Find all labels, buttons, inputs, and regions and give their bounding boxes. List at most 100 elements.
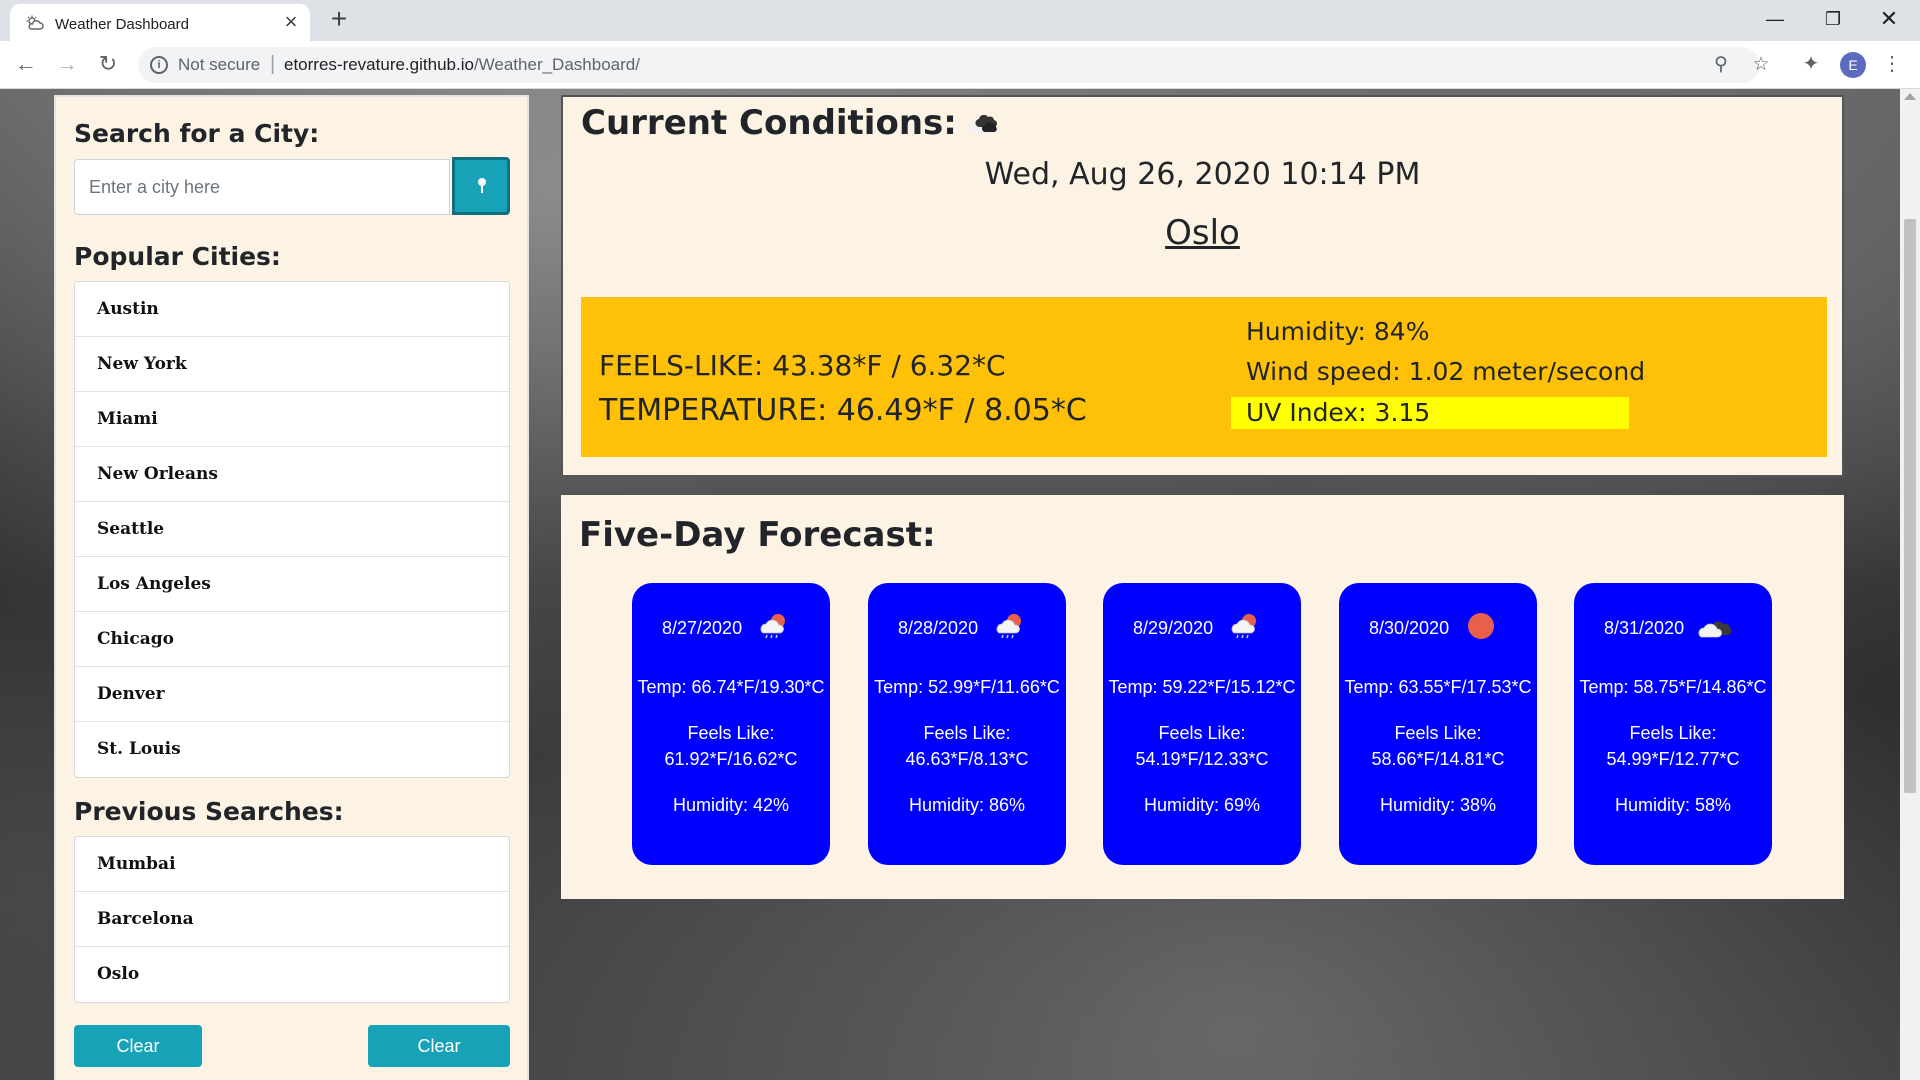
rain-icon xyxy=(996,614,1021,639)
info-icon[interactable]: i xyxy=(150,56,168,74)
browser-tab[interactable]: Weather Dashboard × xyxy=(10,4,310,41)
forecast-card-header: 8/31/2020 xyxy=(1574,611,1772,641)
forecast-humidity: Humidity: 38% xyxy=(1379,795,1497,815)
current-conditions-panel: Current Conditions: Wed, Aug 26, 2020 10… xyxy=(561,95,1844,477)
popular-city-item[interactable]: St. Louis xyxy=(75,722,509,777)
zoom-icon[interactable]: ⚲ xyxy=(1710,54,1732,76)
not-secure-label: Not secure xyxy=(178,55,261,74)
popular-city-item[interactable]: Austin xyxy=(75,282,509,337)
forecast-card: 8/27/2020 Temp: 66.74*F/19.30*C Feels Li… xyxy=(632,583,830,865)
url-text[interactable]: etorres-revature.github.io/Weather_Dashb… xyxy=(284,55,640,75)
rain-icon xyxy=(760,614,785,639)
forecast-feels-value: 61.92*F/16.62*C xyxy=(664,749,798,769)
clear-search-button[interactable]: Clear Search xyxy=(74,1025,202,1080)
forecast-date: 8/27/2020 xyxy=(662,618,743,638)
city-search-input[interactable] xyxy=(74,159,450,215)
search-button[interactable] xyxy=(452,157,510,215)
previous-searches-list: Mumbai Barcelona Oslo xyxy=(74,836,510,1003)
temperature-text: TEMPERATURE: 46.49*F / 8.05*C xyxy=(599,393,1087,428)
popular-city-item[interactable]: New York xyxy=(75,337,509,392)
forecast-feels-value: 58.66*F/14.81*C xyxy=(1371,749,1505,769)
clear-sky-icon xyxy=(1468,613,1494,639)
extensions-puzzle-icon[interactable]: ✦ xyxy=(1798,51,1824,77)
bookmark-star-icon[interactable]: ☆ xyxy=(1750,54,1772,76)
broken-clouds-icon xyxy=(1698,621,1732,638)
forecast-feels-label: Feels Like: xyxy=(923,723,1011,743)
current-datetime: Wed, Aug 26, 2020 10:14 PM xyxy=(984,157,1421,192)
forecast-temp: Temp: 59.22*F/15.12*C xyxy=(1108,677,1296,697)
forecast-date: 8/30/2020 xyxy=(1369,618,1450,638)
forecast-date: 8/31/2020 xyxy=(1604,618,1685,638)
browser-menu-icon[interactable]: ⋮ xyxy=(1880,51,1904,77)
current-city-name: Oslo xyxy=(1165,213,1240,253)
popular-city-item[interactable]: Chicago xyxy=(75,612,509,667)
forecast-humidity: Humidity: 42% xyxy=(672,795,790,815)
forecast-card: 8/31/2020 Temp: 58.75*F/14.86*C Feels Li… xyxy=(1574,583,1772,865)
forecast-card-header: 8/27/2020 xyxy=(632,611,830,641)
url-path: /Weather_Dashboard/ xyxy=(473,55,640,74)
forecast-temp: Temp: 52.99*F/11.66*C xyxy=(874,677,1060,697)
popular-city-item[interactable]: Seattle xyxy=(75,502,509,557)
wind-speed-text: Wind speed: 1.02 meter/second xyxy=(1246,357,1646,386)
previous-searches-heading: Previous Searches: xyxy=(74,797,344,826)
current-conditions-title: Current Conditions: xyxy=(581,103,957,143)
reload-icon[interactable]: ↻ xyxy=(94,51,122,79)
search-pin-icon xyxy=(478,178,486,193)
forecast-temp: Temp: 58.75*F/14.86*C xyxy=(1579,677,1767,697)
forecast-date: 8/29/2020 xyxy=(1133,618,1214,638)
forecast-temp: Temp: 63.55*F/17.53*C xyxy=(1344,677,1532,697)
forecast-feels-label: Feels Like: xyxy=(687,723,775,743)
forecast-feels-label: Feels Like: xyxy=(1394,723,1482,743)
forecast-date: 8/28/2020 xyxy=(898,618,979,638)
clear-weather-button[interactable]: Clear Weather xyxy=(368,1025,510,1080)
browser-toolbar: ← → ↻ i Not secure | etorres-revature.gi… xyxy=(0,41,1920,89)
forecast-card: 8/28/2020 Temp: 52.99*F/11.66*C Feels Li… xyxy=(868,583,1066,865)
previous-search-item[interactable]: Mumbai xyxy=(75,837,509,892)
weather-favicon-icon xyxy=(26,15,44,30)
back-arrow-icon[interactable]: ← xyxy=(12,51,40,79)
url-host: etorres-revature.github.io xyxy=(284,55,474,74)
page-scrollbar[interactable] xyxy=(1900,89,1920,1080)
maximize-icon[interactable]: ❐ xyxy=(1806,0,1860,40)
feels-like-text: FEELS-LIKE: 43.38*F / 6.32*C xyxy=(599,349,1006,382)
forecast-humidity: Humidity: 58% xyxy=(1614,795,1732,815)
current-stats-box: FEELS-LIKE: 43.38*F / 6.32*C TEMPERATURE… xyxy=(581,297,1827,457)
forecast-card: 8/30/2020 Temp: 63.55*F/17.53*C Feels Li… xyxy=(1339,583,1537,865)
forward-arrow-icon[interactable]: → xyxy=(53,51,81,79)
scroll-up-arrow-icon[interactable] xyxy=(1904,93,1916,100)
forecast-card-header: 8/28/2020 xyxy=(868,611,1066,641)
popular-city-item[interactable]: Denver xyxy=(75,667,509,722)
new-tab-icon[interactable]: + xyxy=(325,5,353,34)
broken-clouds-icon xyxy=(969,114,998,134)
tab-close-icon[interactable]: × xyxy=(280,11,302,34)
rain-icon xyxy=(1231,614,1256,639)
tab-title: Weather Dashboard xyxy=(55,16,189,33)
popular-cities-heading: Popular Cities: xyxy=(74,242,281,271)
profile-avatar[interactable]: E xyxy=(1840,52,1866,78)
forecast-feels-label: Feels Like: xyxy=(1629,723,1717,743)
humidity-text: Humidity: 84% xyxy=(1246,317,1430,346)
popular-cities-list: Austin New York Miami New Orleans Seattl… xyxy=(74,281,510,778)
search-heading: Search for a City: xyxy=(74,119,320,148)
forecast-feels-label: Feels Like: xyxy=(1158,723,1246,743)
five-day-forecast-panel: Five-Day Forecast: 8/27/2020 Temp: 66.74… xyxy=(561,495,1844,899)
popular-city-item[interactable]: New Orleans xyxy=(75,447,509,502)
minimize-icon[interactable]: — xyxy=(1748,0,1802,40)
browser-tabstrip: Weather Dashboard × + — ❐ ✕ xyxy=(0,0,1920,41)
popular-city-item[interactable]: Miami xyxy=(75,392,509,447)
forecast-feels-value: 54.19*F/12.33*C xyxy=(1135,749,1269,769)
scroll-thumb[interactable] xyxy=(1904,219,1916,793)
forecast-card-header: 8/30/2020 xyxy=(1339,611,1537,641)
forecast-feels-value: 46.63*F/8.13*C xyxy=(905,749,1029,769)
window-close-icon[interactable]: ✕ xyxy=(1862,0,1916,40)
uv-index-badge: UV Index: 3.15 xyxy=(1231,397,1629,429)
forecast-card-header: 8/29/2020 xyxy=(1103,611,1301,641)
forecast-feels-value: 54.99*F/12.77*C xyxy=(1606,749,1740,769)
page-viewport: Search for a City: Popular Cities: Austi… xyxy=(0,89,1900,1080)
popular-city-item[interactable]: Los Angeles xyxy=(75,557,509,612)
address-bar[interactable]: i Not secure | etorres-revature.github.i… xyxy=(138,47,1770,83)
url-separator: | xyxy=(270,53,276,75)
previous-search-item[interactable]: Oslo xyxy=(75,947,509,1002)
sidebar-panel: Search for a City: Popular Cities: Austi… xyxy=(54,95,529,1080)
previous-search-item[interactable]: Barcelona xyxy=(75,892,509,947)
